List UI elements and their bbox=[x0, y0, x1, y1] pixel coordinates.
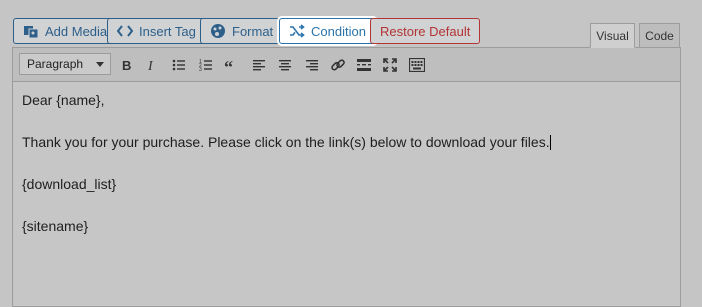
add-media-button[interactable]: Add Media bbox=[13, 18, 118, 44]
svg-text:“: “ bbox=[224, 58, 233, 72]
content-line-sitename: {sitename} bbox=[22, 218, 89, 234]
align-center-icon[interactable] bbox=[276, 56, 294, 74]
insert-tag-button[interactable]: Insert Tag bbox=[107, 18, 206, 44]
align-right-icon[interactable] bbox=[303, 56, 321, 74]
toolbar-toggle-icon[interactable] bbox=[408, 56, 426, 74]
read-more-icon[interactable] bbox=[355, 56, 373, 74]
shuffle-icon bbox=[289, 24, 305, 38]
svg-text:3: 3 bbox=[199, 67, 202, 72]
blockquote-icon[interactable]: “ bbox=[223, 56, 241, 74]
tab-code-label: Code bbox=[645, 28, 674, 43]
code-icon bbox=[117, 24, 133, 38]
restore-default-label: Restore Default bbox=[380, 23, 471, 39]
numbered-list-icon[interactable]: 123 bbox=[197, 56, 215, 74]
paragraph-select-value: Paragraph bbox=[27, 57, 84, 71]
restore-default-button[interactable]: Restore Default bbox=[370, 18, 481, 44]
svg-text:B: B bbox=[122, 58, 131, 72]
add-media-label: Add Media bbox=[45, 23, 108, 39]
fullscreen-icon[interactable] bbox=[381, 56, 399, 74]
media-icon bbox=[23, 23, 39, 39]
content-line-message: Thank you for your purchase. Please clic… bbox=[22, 134, 551, 150]
format-label: Format bbox=[232, 23, 274, 39]
paragraph-format-select[interactable]: Paragraph bbox=[19, 53, 111, 75]
condition-label: Condition bbox=[311, 23, 366, 39]
content-line-download-list: {download_list} bbox=[22, 176, 117, 192]
content-line-greeting: Dear {name}, bbox=[22, 92, 105, 108]
editor-toolbar: Paragraph B I 123 “ bbox=[13, 48, 680, 82]
format-button[interactable]: Format bbox=[200, 18, 284, 44]
svg-text:I: I bbox=[147, 59, 154, 72]
condition-button[interactable]: Condition bbox=[279, 18, 376, 44]
link-icon[interactable] bbox=[329, 56, 347, 74]
editor: Paragraph B I 123 “ Dear {name}, Thank y… bbox=[12, 47, 681, 307]
tab-visual-label: Visual bbox=[596, 28, 629, 43]
align-left-icon[interactable] bbox=[250, 56, 268, 74]
insert-tag-label: Insert Tag bbox=[139, 23, 196, 39]
tab-code[interactable]: Code bbox=[639, 23, 680, 48]
tab-visual[interactable]: Visual bbox=[590, 23, 635, 48]
chevron-down-icon bbox=[96, 62, 104, 67]
bold-icon[interactable]: B bbox=[118, 56, 136, 74]
text-cursor bbox=[549, 135, 551, 150]
palette-icon bbox=[210, 23, 226, 39]
italic-icon[interactable]: I bbox=[143, 56, 161, 74]
bullet-list-icon[interactable] bbox=[170, 56, 188, 74]
